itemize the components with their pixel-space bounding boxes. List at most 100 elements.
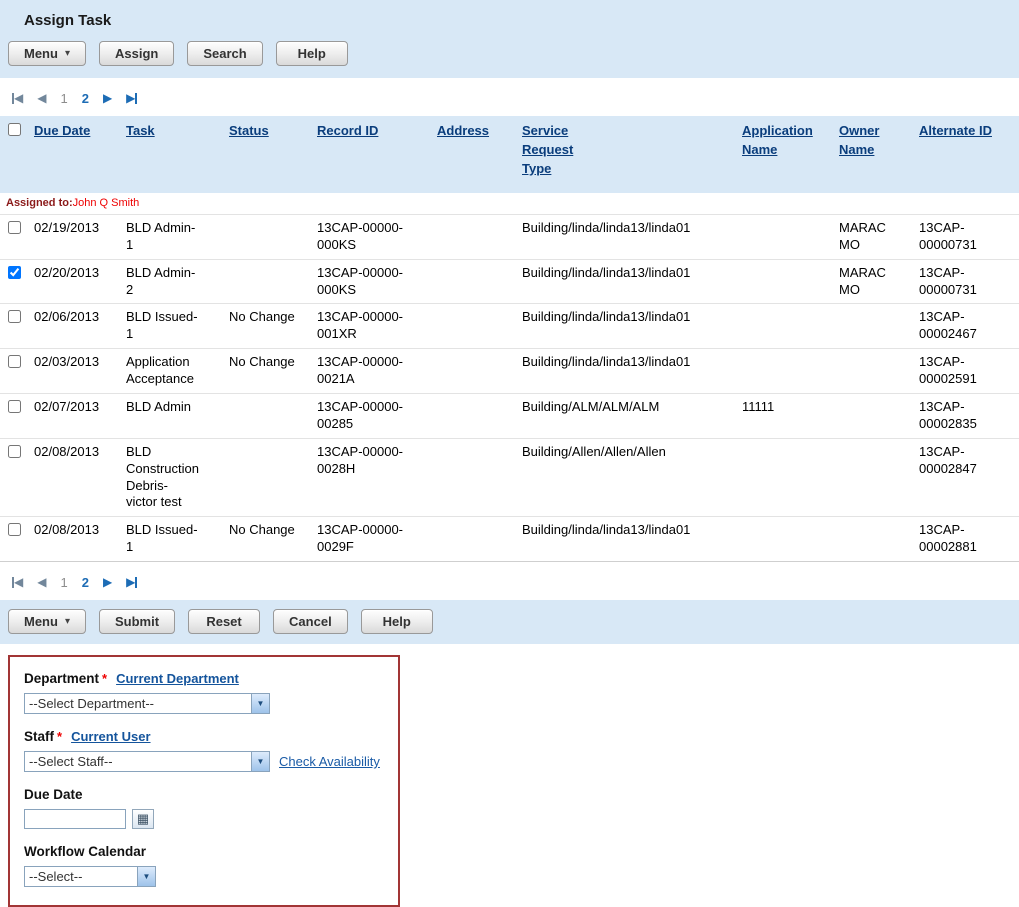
cell-application-name <box>738 304 835 349</box>
assign-form: Department * Current Department --Select… <box>8 655 400 907</box>
action-panel: Menu ▾ Submit Reset Cancel Help <box>0 600 1019 644</box>
menu-button-label: Menu <box>24 46 58 61</box>
due-date-input[interactable] <box>24 809 126 829</box>
pagination-top: ◀ ◀ 1 2 ▶ ▶ <box>12 89 1019 107</box>
cancel-button[interactable]: Cancel <box>273 609 348 634</box>
column-header-task[interactable]: Task <box>126 123 155 138</box>
cell-application-name <box>738 349 835 394</box>
page-number-link[interactable]: 2 <box>82 91 89 106</box>
table-row: 02/08/2013 BLD Construction Debris-victo… <box>0 438 1019 517</box>
assign-button[interactable]: Assign <box>99 41 174 66</box>
next-page-icon[interactable]: ▶ <box>103 92 112 104</box>
cell-due-date: 02/03/2013 <box>30 349 122 394</box>
dropdown-arrow-icon: ▼ <box>251 752 269 771</box>
top-toolbar: Menu ▾ Assign Search Help <box>8 41 1019 66</box>
column-header-record-id[interactable]: Record ID <box>317 123 378 138</box>
row-checkbox[interactable] <box>8 355 21 368</box>
cell-address <box>433 304 518 349</box>
row-checkbox[interactable] <box>8 445 21 458</box>
cell-application-name <box>738 438 835 517</box>
cell-record-id: 13CAP-00000-000KS <box>317 265 403 299</box>
help-button-label: Help <box>298 46 326 61</box>
cell-service-request-type: Building/linda/linda13/linda01 <box>518 214 738 259</box>
header-panel: Assign Task Menu ▾ Assign Search Help <box>0 0 1019 78</box>
search-button-label: Search <box>203 46 246 61</box>
cell-due-date: 02/19/2013 <box>30 214 122 259</box>
cancel-button-label: Cancel <box>289 614 332 629</box>
cell-service-request-type: Building/linda/linda13/linda01 <box>518 304 738 349</box>
check-availability-link[interactable]: Check Availability <box>279 754 380 769</box>
due-date-label: Due Date <box>24 787 83 802</box>
reset-button[interactable]: Reset <box>188 609 260 634</box>
workflow-calendar-field: Workflow Calendar --Select-- ▼ <box>24 844 384 887</box>
cell-alternate-id: 13CAP-00000731 <box>919 220 1005 254</box>
workflow-calendar-select[interactable]: --Select-- ▼ <box>24 866 156 887</box>
last-page-icon[interactable]: ▶ <box>126 92 137 104</box>
cell-record-id: 13CAP-00000-0028H <box>317 444 403 478</box>
table-row: 02/08/2013 BLD Issued-1 No Change 13CAP-… <box>0 517 1019 562</box>
prev-page-icon[interactable]: ◀ <box>37 576 46 588</box>
help-button[interactable]: Help <box>361 609 433 634</box>
department-select-value: --Select Department-- <box>25 694 251 713</box>
cell-task: Application Acceptance <box>126 354 198 388</box>
column-header-address[interactable]: Address <box>437 123 489 138</box>
cell-application-name <box>738 517 835 562</box>
cell-address <box>433 349 518 394</box>
cell-service-request-type: Building/Allen/Allen/Allen <box>518 438 738 517</box>
cell-task: BLD Admin-1 <box>126 220 198 254</box>
cell-alternate-id: 13CAP-00002881 <box>919 522 1005 556</box>
column-header-service-request-type[interactable]: Service Request Type <box>522 122 584 179</box>
column-header-alternate-id[interactable]: Alternate ID <box>919 123 992 138</box>
assigned-to-label: Assigned to: <box>6 197 73 209</box>
select-all-checkbox[interactable] <box>8 123 21 136</box>
table-row: 02/03/2013 Application Acceptance No Cha… <box>0 349 1019 394</box>
search-button[interactable]: Search <box>187 41 262 66</box>
row-checkbox[interactable] <box>8 400 21 413</box>
row-checkbox[interactable] <box>8 266 21 279</box>
cell-status <box>225 259 313 304</box>
last-page-icon[interactable]: ▶ <box>126 576 137 588</box>
assigned-to-row: Assigned to:John Q Smith <box>0 193 1019 215</box>
cell-task: BLD Admin <box>126 399 191 416</box>
menu-button[interactable]: Menu ▾ <box>8 41 86 66</box>
next-page-icon[interactable]: ▶ <box>103 576 112 588</box>
row-checkbox[interactable] <box>8 221 21 234</box>
cell-record-id: 13CAP-00000-001XR <box>317 309 403 343</box>
cell-status <box>225 438 313 517</box>
column-header-application-name[interactable]: Application Name <box>742 122 818 160</box>
page-number-current: 1 <box>60 91 67 106</box>
staff-select[interactable]: --Select Staff-- ▼ <box>24 751 270 772</box>
department-field: Department * Current Department --Select… <box>24 671 384 714</box>
current-user-link[interactable]: Current User <box>71 729 150 744</box>
cell-task: BLD Issued-1 <box>126 309 198 343</box>
table-row: 02/06/2013 BLD Issued-1 No Change 13CAP-… <box>0 304 1019 349</box>
current-department-link[interactable]: Current Department <box>116 671 239 686</box>
column-header-due-date[interactable]: Due Date <box>34 123 90 138</box>
help-button-label: Help <box>383 614 411 629</box>
menu-button[interactable]: Menu ▾ <box>8 609 86 634</box>
page-number-link[interactable]: 2 <box>82 575 89 590</box>
cell-service-request-type: Building/ALM/ALM/ALM <box>518 393 738 438</box>
cell-application-name <box>738 259 835 304</box>
first-page-icon[interactable]: ◀ <box>12 92 23 104</box>
cell-record-id: 13CAP-00000-0029F <box>317 522 403 556</box>
cell-status <box>225 214 313 259</box>
cell-address <box>433 259 518 304</box>
column-header-status[interactable]: Status <box>229 123 269 138</box>
staff-select-value: --Select Staff-- <box>25 752 251 771</box>
action-toolbar: Menu ▾ Submit Reset Cancel Help <box>8 609 1019 634</box>
row-checkbox[interactable] <box>8 523 21 536</box>
department-select[interactable]: --Select Department-- ▼ <box>24 693 270 714</box>
column-header-owner-name[interactable]: Owner Name <box>839 122 889 160</box>
prev-page-icon[interactable]: ◀ <box>37 92 46 104</box>
first-page-icon[interactable]: ◀ <box>12 576 23 588</box>
cell-alternate-id: 13CAP-00002591 <box>919 354 1005 388</box>
help-button[interactable]: Help <box>276 41 348 66</box>
cell-service-request-type: Building/linda/linda13/linda01 <box>518 517 738 562</box>
row-checkbox[interactable] <box>8 310 21 323</box>
calendar-icon[interactable]: ▦ <box>132 809 154 829</box>
cell-status <box>225 393 313 438</box>
assigned-to-value: John Q Smith <box>73 197 140 209</box>
cell-status: No Change <box>225 517 313 562</box>
submit-button[interactable]: Submit <box>99 609 175 634</box>
